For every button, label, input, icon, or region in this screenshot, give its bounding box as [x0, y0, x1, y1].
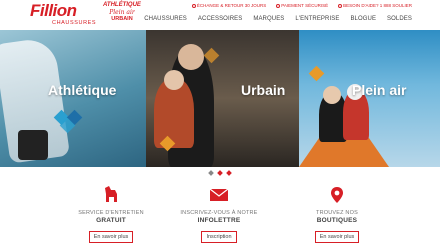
feature-boutiques: TROUVEZ NOS BOUTIQUES En savoir plus [292, 186, 382, 243]
category-logo-line1: ATHLÉTIQUE [103, 2, 141, 8]
category-logo[interactable]: ATHLÉTIQUE Plein air URBAIN [102, 2, 142, 23]
feature-infolettre: INSCRIVEZ-VOUS À NOTRE INFOLETTRE Inscri… [174, 186, 264, 243]
diamond-icon [308, 65, 325, 82]
brand-logo[interactable]: Fillion CHAUSSURES [30, 2, 96, 26]
feature-entretien: SERVICE D'ENTRETIEN GRATUIT En savoir pl… [66, 186, 156, 243]
hero-panel-urbain[interactable]: Urbain [146, 30, 299, 167]
utility-item-label: PAIEMENT SÉCURISÉ [281, 3, 329, 8]
feature-line1: SERVICE D'ENTRETIEN [78, 210, 144, 216]
utility-item-help[interactable]: BESOIN D'AIDE? 1 888 SOULIER [338, 3, 412, 8]
feature-line2: GRATUIT [96, 217, 126, 224]
person-face-image [178, 44, 204, 70]
nav-item-accessoires[interactable]: ACCESSOIRES [198, 16, 242, 22]
utility-nav: ÉCHANGE & RETOUR 30 JOURS PAIEMENT SÉCUR… [191, 3, 412, 8]
main-nav: CHAUSSURES ACCESSOIRES MARQUES L'ENTREPR… [144, 16, 412, 22]
nav-item-soldes[interactable]: SOLDES [387, 16, 412, 22]
person-face-image [323, 86, 341, 104]
utility-item-payment[interactable]: PAIEMENT SÉCURISÉ [276, 3, 328, 8]
site-header: Fillion CHAUSSURES ATHLÉTIQUE Plein air … [0, 0, 440, 30]
learn-more-button[interactable]: En savoir plus [88, 231, 134, 243]
feature-line2: BOUTIQUES [316, 217, 358, 224]
feature-text: SERVICE D'ENTRETIEN GRATUIT [66, 210, 156, 225]
subscribe-button[interactable]: Inscription [201, 231, 237, 243]
utility-item-returns[interactable]: ÉCHANGE & RETOUR 30 JOURS [191, 3, 267, 8]
dog-icon [101, 186, 121, 204]
hero-banner: Athlétique Urbain Plein air [0, 30, 440, 167]
feature-text: INSCRIVEZ-VOUS À NOTRE INFOLETTRE [174, 210, 264, 225]
hero-panel-plein-air[interactable]: Plein air [299, 30, 440, 167]
hero-panel-label: Athlétique [48, 82, 117, 98]
learn-more-button[interactable]: En savoir plus [314, 231, 360, 243]
nav-item-blogue[interactable]: BLOGUE [350, 16, 376, 22]
feature-line1: INSCRIVEZ-VOUS À NOTRE [180, 210, 258, 216]
slider-dot-active[interactable] [217, 170, 223, 176]
category-logo-line2: Plein air [109, 9, 135, 16]
feature-text: TROUVEZ NOS BOUTIQUES [292, 210, 382, 225]
person-face-image [164, 70, 184, 90]
nav-item-entreprise[interactable]: L'ENTREPRISE [295, 16, 339, 22]
envelope-icon [209, 186, 229, 204]
utility-item-label: ÉCHANGE & RETOUR 30 JOURS [196, 3, 267, 8]
hero-panel-athletique[interactable]: Athlétique [0, 30, 146, 167]
phone-icon [338, 3, 343, 8]
map-pin-icon [327, 186, 347, 204]
feature-line1: TROUVEZ NOS [316, 210, 358, 216]
slider-dot[interactable] [208, 170, 214, 176]
slider-dot[interactable] [226, 170, 232, 176]
nav-item-marques[interactable]: MARQUES [253, 16, 284, 22]
hero-panel-label: Plein air [352, 82, 407, 98]
credit-card-icon [276, 3, 281, 8]
hero-panel-label: Urbain [241, 82, 286, 98]
feature-line2: INFOLETTRE [197, 217, 241, 224]
utility-item-label: BESOIN D'AIDE? 1 888 SOULIER [343, 3, 412, 8]
refresh-icon [191, 3, 196, 8]
shoe-sole-image [18, 130, 48, 160]
brand-name: Fillion [30, 1, 77, 20]
brand-tagline: CHAUSSURES [52, 20, 97, 26]
features-section: SERVICE D'ENTRETIEN GRATUIT En savoir pl… [0, 186, 440, 250]
slider-indicators [0, 170, 440, 176]
nav-item-chaussures[interactable]: CHAUSSURES [144, 16, 187, 22]
category-logo-line3: URBAIN [111, 16, 133, 22]
